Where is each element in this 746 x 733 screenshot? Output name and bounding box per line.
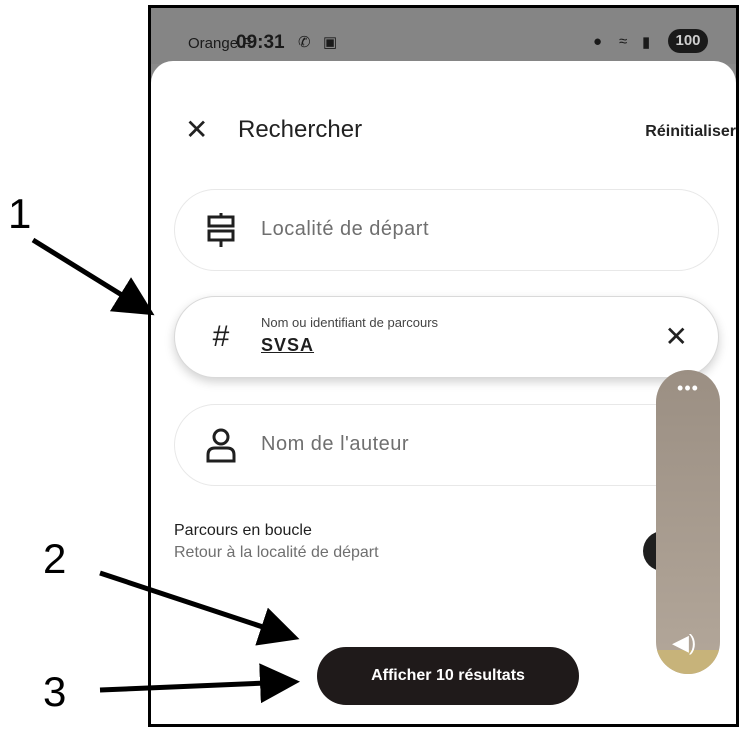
annotation-arrow-1 <box>31 237 155 316</box>
annotation-arrows <box>31 237 300 704</box>
annotation-arrow-2 <box>99 570 300 646</box>
annotation-arrow-3 <box>99 663 300 704</box>
